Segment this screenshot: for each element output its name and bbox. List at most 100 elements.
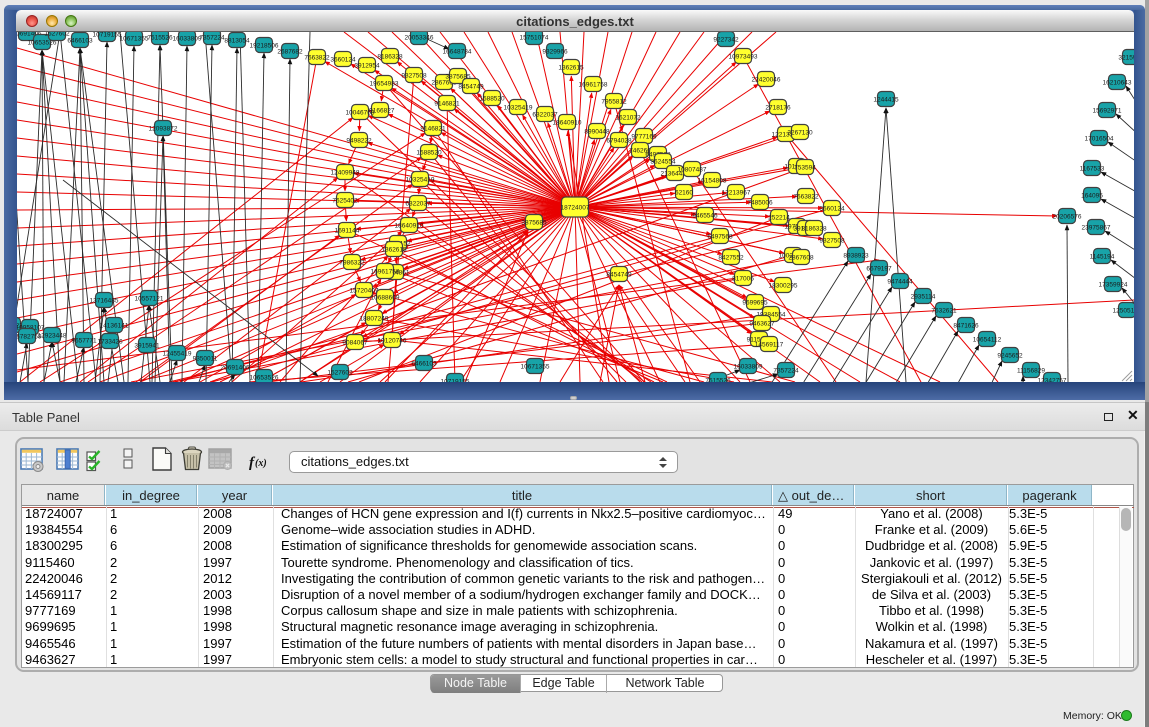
svg-text:7357224: 7357224 — [773, 368, 799, 375]
svg-text:7663822: 7663822 — [793, 194, 819, 201]
svg-text:6794028: 6794028 — [606, 138, 632, 145]
svg-text:10973493: 10973493 — [729, 54, 758, 61]
svg-text:753594: 753594 — [794, 165, 816, 172]
svg-text:10046768: 10046768 — [346, 110, 375, 117]
svg-text:10807487: 10807487 — [678, 167, 707, 174]
svg-text:10557121: 10557121 — [135, 296, 164, 303]
svg-text:23975867: 23975867 — [1082, 225, 1111, 232]
svg-text:15720407: 15720407 — [350, 288, 379, 295]
svg-text:12342757: 12342757 — [1038, 378, 1067, 383]
svg-text:2935114: 2935114 — [911, 294, 936, 301]
svg-text:2867608: 2867608 — [788, 255, 814, 262]
svg-text:9465546: 9465546 — [692, 213, 718, 220]
svg-text:9498222: 9498222 — [346, 138, 372, 145]
svg-text:1588520: 1588520 — [416, 150, 442, 157]
svg-text:8471626: 8471626 — [953, 323, 979, 330]
svg-text:3660124: 3660124 — [819, 206, 845, 213]
svg-text:22420046: 22420046 — [752, 77, 781, 84]
svg-text:6466103: 6466103 — [67, 38, 93, 45]
svg-text:7485006: 7485006 — [747, 200, 773, 207]
svg-text:8427552: 8427552 — [718, 255, 744, 262]
svg-text:(x): (x) — [255, 458, 267, 469]
svg-text:16033809: 16033809 — [173, 36, 202, 43]
svg-text:18640910: 18640910 — [553, 120, 582, 127]
svg-text:16961758: 16961758 — [579, 82, 608, 89]
svg-text:9463627: 9463627 — [749, 321, 775, 328]
svg-text:8454749: 8454749 — [606, 272, 632, 279]
svg-text:6497568: 6497568 — [707, 234, 733, 241]
svg-text:20691406: 20691406 — [221, 365, 250, 372]
svg-text:7515526: 7515526 — [147, 35, 173, 42]
svg-text:8186328: 8186328 — [801, 226, 827, 233]
svg-text:1588520: 1588520 — [479, 96, 505, 103]
svg-text:10719155: 10719155 — [441, 379, 470, 383]
svg-text:8990448: 8990448 — [584, 129, 610, 136]
svg-text:8454749: 8454749 — [458, 84, 484, 91]
svg-text:9146821: 9146821 — [420, 126, 446, 133]
svg-text:62160: 62160 — [675, 190, 693, 197]
svg-text:16033809: 16033809 — [734, 364, 763, 371]
svg-text:252214: 252214 — [768, 215, 790, 222]
svg-text:7632621: 7632621 — [931, 308, 957, 315]
svg-text:9327508: 9327508 — [819, 238, 845, 245]
svg-text:7663822: 7663822 — [304, 55, 330, 62]
svg-text:1362615: 1362615 — [381, 247, 407, 254]
svg-text:12093872: 12093872 — [149, 126, 178, 133]
svg-text:10120746: 10120746 — [378, 338, 407, 345]
svg-text:1691144: 1691144 — [335, 228, 360, 235]
svg-text:1527602: 1527602 — [327, 370, 353, 377]
svg-text:20053346: 20053346 — [405, 35, 434, 42]
svg-text:14569117: 14569117 — [755, 342, 784, 349]
svg-text:8813054: 8813054 — [224, 38, 250, 45]
svg-text:3215953: 3215953 — [1118, 55, 1134, 62]
svg-text:7515526: 7515526 — [705, 378, 731, 383]
svg-text:6466103: 6466103 — [411, 361, 437, 368]
svg-text:10719155: 10719155 — [93, 32, 122, 39]
svg-text:817006: 817006 — [732, 276, 754, 283]
svg-text:16210643: 16210643 — [1103, 80, 1132, 87]
svg-text:16648784: 16648784 — [443, 49, 472, 56]
svg-text:11156829: 11156829 — [1017, 368, 1045, 375]
svg-text:9146821: 9146821 — [434, 101, 460, 108]
svg-text:14136141: 14136141 — [100, 323, 129, 330]
svg-text:9329966: 9329966 — [542, 49, 568, 56]
svg-text:18724007: 18724007 — [561, 205, 590, 212]
svg-text:10688609: 10688609 — [371, 295, 400, 302]
svg-text:12409948: 12409948 — [331, 170, 360, 177]
svg-text:20206576: 20206576 — [1053, 214, 1082, 221]
svg-text:9474444: 9474444 — [887, 279, 913, 286]
svg-text:9245652: 9245652 — [997, 353, 1023, 360]
svg-text:16154808: 16154808 — [698, 178, 727, 185]
svg-text:9777169: 9777169 — [631, 134, 657, 141]
svg-text:7357224: 7357224 — [199, 35, 225, 42]
svg-text:17359924: 17359924 — [1099, 282, 1128, 289]
svg-text:10325419: 10325419 — [504, 105, 533, 112]
svg-text:18300295: 18300295 — [769, 283, 798, 290]
svg-text:13716485: 13716485 — [90, 298, 119, 305]
svg-text:12455419: 12455419 — [163, 351, 192, 358]
svg-text:3875685: 3875685 — [521, 220, 547, 227]
svg-text:1167533: 1167533 — [1080, 166, 1105, 173]
svg-text:6322037: 6322037 — [405, 201, 431, 208]
svg-text:1362615: 1362615 — [558, 65, 584, 72]
svg-text:17016504: 17016504 — [1085, 136, 1114, 143]
svg-text:12923448: 12923448 — [38, 333, 67, 340]
svg-text:15751074: 15751074 — [520, 35, 549, 42]
svg-text:10653526: 10653526 — [250, 375, 279, 382]
svg-text:1145194: 1145194 — [1090, 254, 1115, 261]
svg-text:10671355: 10671355 — [521, 364, 550, 371]
svg-text:7955812: 7955812 — [601, 99, 627, 106]
svg-text:6322037: 6322037 — [532, 112, 558, 119]
svg-text:1733426: 1733426 — [97, 339, 123, 346]
svg-text:6679197: 6679197 — [866, 266, 892, 273]
svg-text:3912954: 3912954 — [354, 63, 380, 70]
svg-text:3267130: 3267130 — [787, 130, 813, 137]
svg-text:3624554: 3624554 — [650, 159, 676, 166]
svg-text:2687682: 2687682 — [277, 49, 303, 56]
svg-text:2718176: 2718176 — [765, 105, 791, 112]
svg-text:16961758: 16961758 — [371, 269, 400, 276]
svg-text:8938923: 8938923 — [843, 253, 869, 260]
svg-text:1244415: 1244415 — [873, 97, 899, 104]
svg-text:10325419: 10325419 — [406, 177, 435, 184]
svg-text:7986322: 7986322 — [339, 260, 365, 267]
